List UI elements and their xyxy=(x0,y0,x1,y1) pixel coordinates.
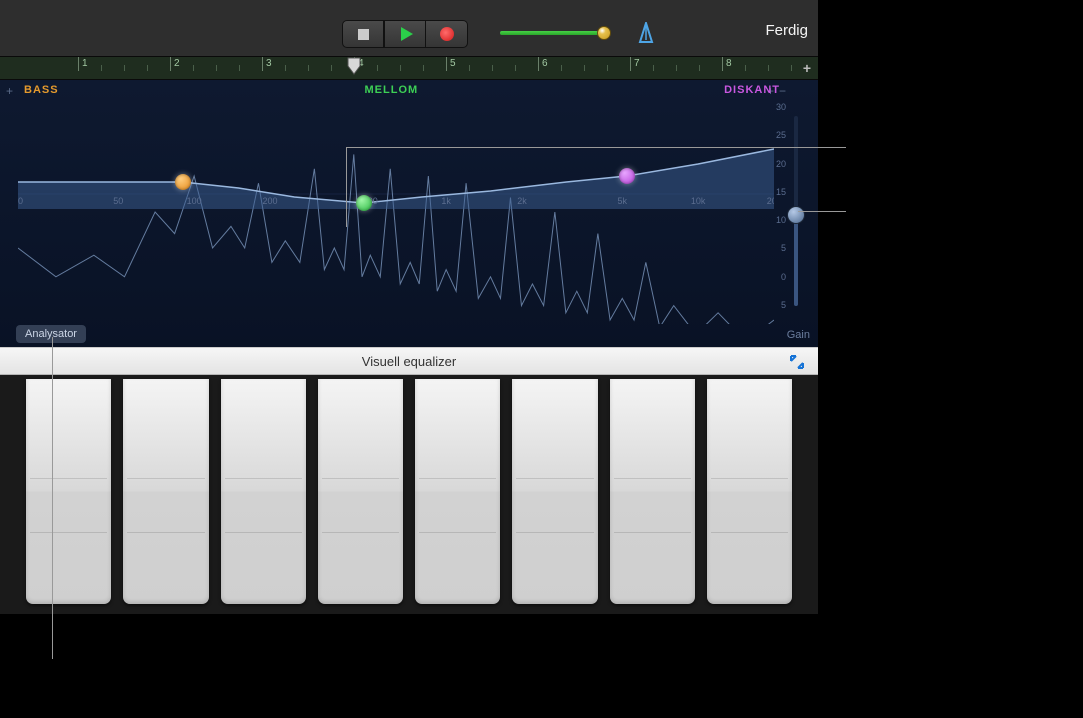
ruler-bar-number: 7 xyxy=(634,58,640,69)
gain-label: Gain xyxy=(787,329,810,341)
key[interactable] xyxy=(415,379,500,604)
play-button[interactable] xyxy=(384,20,426,48)
gain-thumb[interactable] xyxy=(787,206,805,224)
svg-text:5k: 5k xyxy=(618,196,628,206)
stop-icon xyxy=(358,29,369,40)
svg-text:20: 20 xyxy=(18,196,23,206)
ruler-bar-number: 5 xyxy=(450,58,456,69)
eq-band-labels: BASS MELLOM DISKANT xyxy=(24,84,780,96)
app-window: Ferdig + 12345678 + + − BASS MELLOM DISK… xyxy=(0,0,818,614)
key[interactable] xyxy=(221,379,306,604)
remove-band-button[interactable]: − xyxy=(779,84,786,98)
eq-handle-bass[interactable] xyxy=(175,174,191,190)
callout-line xyxy=(346,147,846,148)
transport-bar: Ferdig xyxy=(0,0,818,56)
add-track-button[interactable]: + xyxy=(800,61,814,75)
keyboard-area xyxy=(0,375,818,614)
eq-section-title: Visuell equalizer xyxy=(362,354,456,369)
callout-line xyxy=(798,211,846,212)
done-button[interactable]: Ferdig xyxy=(765,22,808,39)
svg-text:200: 200 xyxy=(262,196,277,206)
master-volume-slider[interactable] xyxy=(500,28,610,38)
ruler-bar-number: 2 xyxy=(174,58,180,69)
analyser-toggle-button[interactable]: Analysator xyxy=(16,325,86,343)
key[interactable] xyxy=(123,379,208,604)
key[interactable] xyxy=(512,379,597,604)
volume-thumb[interactable] xyxy=(597,26,611,40)
band-label-treble[interactable]: DISKANT xyxy=(724,84,780,96)
expand-icon[interactable] xyxy=(788,353,806,371)
eq-handle-mid[interactable] xyxy=(356,195,372,211)
eq-graph[interactable]: 20501002005001k2k5k10k20k 05102030354045… xyxy=(18,100,774,324)
callout-line xyxy=(346,147,347,227)
eq-panel: + + − BASS MELLOM DISKANT 20501002005001… xyxy=(0,80,818,347)
key[interactable] xyxy=(610,379,695,604)
playhead[interactable] xyxy=(347,57,361,81)
stop-button[interactable] xyxy=(342,20,384,48)
ruler-bar-number: 3 xyxy=(266,58,272,69)
play-icon xyxy=(401,27,413,41)
timeline-ruler[interactable]: + 12345678 xyxy=(0,56,818,80)
ruler-bar-number: 6 xyxy=(542,58,548,69)
eq-handle-treble[interactable] xyxy=(619,168,635,184)
master-gain-slider[interactable] xyxy=(780,102,812,316)
key[interactable] xyxy=(707,379,792,604)
add-band-left-button[interactable]: + xyxy=(6,84,13,98)
svg-text:1k: 1k xyxy=(441,196,451,206)
svg-text:10k: 10k xyxy=(691,196,706,206)
callout-line xyxy=(52,337,53,659)
record-icon xyxy=(440,27,454,41)
svg-text:2k: 2k xyxy=(517,196,527,206)
ruler-bar-number: 8 xyxy=(726,58,732,69)
key[interactable] xyxy=(26,379,111,604)
band-label-mid[interactable]: MELLOM xyxy=(365,84,419,96)
key[interactable] xyxy=(318,379,403,604)
metronome-icon[interactable] xyxy=(636,22,656,44)
svg-text:50: 50 xyxy=(113,196,123,206)
band-label-bass[interactable]: BASS xyxy=(24,84,59,96)
ruler-bar-number: 1 xyxy=(82,58,88,69)
record-button[interactable] xyxy=(426,20,468,48)
svg-text:100: 100 xyxy=(187,196,202,206)
eq-section-header: Visuell equalizer xyxy=(0,347,818,375)
